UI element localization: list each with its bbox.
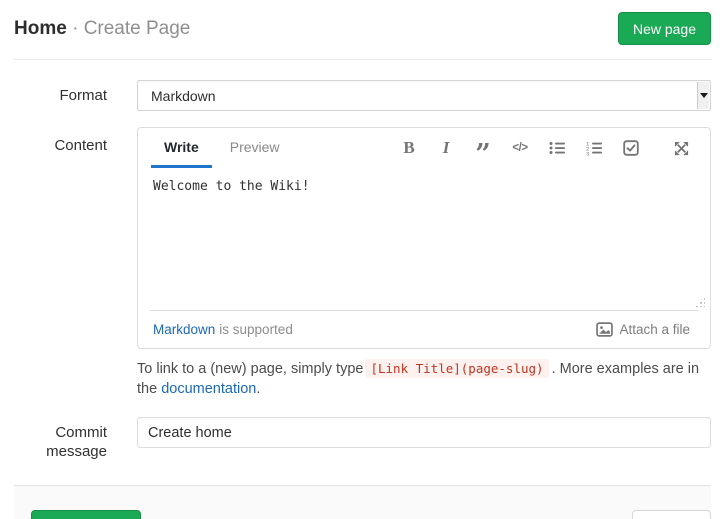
page-title: Home · Create Page: [14, 18, 190, 40]
format-row: Format Markdown: [14, 80, 711, 111]
markdown-editor: Write Preview B I ”: [137, 127, 711, 349]
task-list-button[interactable]: [622, 139, 640, 157]
page-title-subtitle: Create Page: [84, 18, 191, 39]
form-actions-footer: Create page Cancel: [14, 485, 711, 519]
quote-icon: ”: [475, 151, 491, 159]
code-button[interactable]: </>: [511, 139, 529, 157]
format-select[interactable]: Markdown: [137, 80, 711, 111]
fullscreen-icon: [674, 141, 689, 156]
tab-write[interactable]: Write: [151, 128, 212, 168]
page-title-home: Home: [14, 18, 67, 39]
svg-text:3: 3: [586, 150, 589, 156]
markdown-help-link[interactable]: Markdown: [153, 322, 215, 337]
commit-row: Commit message: [14, 417, 711, 462]
new-page-button[interactable]: New page: [618, 12, 711, 45]
create-page-button[interactable]: Create page: [31, 510, 141, 519]
content-label: Content: [14, 127, 107, 399]
quote-button[interactable]: ”: [474, 139, 492, 157]
content-textarea[interactable]: Welcome to the Wiki!: [138, 168, 710, 310]
commit-message-input[interactable]: [137, 417, 711, 448]
bullet-list-button[interactable]: [548, 139, 566, 157]
code-icon: </>: [512, 142, 527, 154]
fullscreen-button[interactable]: [672, 139, 690, 157]
editor-tabs: Write Preview: [151, 128, 290, 168]
numbered-list-button[interactable]: 1 2 3: [585, 139, 603, 157]
tab-preview[interactable]: Preview: [220, 128, 290, 168]
help-text-before: To link to a (new) page, simply type: [137, 361, 363, 377]
commit-message-label: Commit message: [14, 417, 107, 462]
editor-header: Write Preview B I ”: [138, 128, 710, 168]
content-row: Content Write Preview B I: [14, 127, 711, 399]
italic-icon: I: [443, 138, 450, 158]
help-period: .: [256, 381, 260, 397]
image-attach-icon: [596, 321, 613, 338]
attach-file-label: Attach a file: [619, 322, 690, 337]
editor-toolbar: B I ” </>: [400, 128, 690, 168]
bold-icon: B: [403, 138, 414, 158]
bold-button[interactable]: B: [400, 139, 418, 157]
format-label: Format: [14, 80, 107, 111]
link-help-text: To link to a (new) page, simply type[Lin…: [137, 359, 711, 399]
form-area: Format Markdown Content Write Pr: [0, 60, 725, 462]
bullet-list-icon: [549, 140, 565, 156]
numbered-list-icon: 1 2 3: [586, 140, 602, 156]
markdown-supported-text: is supported: [219, 322, 293, 337]
page-header: Home · Create Page New page: [14, 0, 711, 60]
attach-file-button[interactable]: Attach a file: [596, 321, 690, 338]
chevron-down-icon: [700, 93, 708, 98]
documentation-link[interactable]: documentation: [161, 381, 256, 397]
italic-button[interactable]: I: [437, 139, 455, 157]
format-select-value: Markdown: [151, 88, 216, 104]
editor-body: Welcome to the Wiki!: [138, 168, 710, 310]
task-list-icon: [623, 140, 639, 156]
select-dropdown-strip[interactable]: [697, 82, 709, 109]
title-separator: ·: [72, 18, 78, 39]
editor-footer: Markdown is supported Attach a file: [138, 311, 710, 348]
wiki-create-page: Home · Create Page New page Format Markd…: [0, 0, 725, 519]
link-syntax-code: [Link Title](page-slug): [365, 359, 548, 378]
cancel-button[interactable]: Cancel: [632, 510, 711, 519]
